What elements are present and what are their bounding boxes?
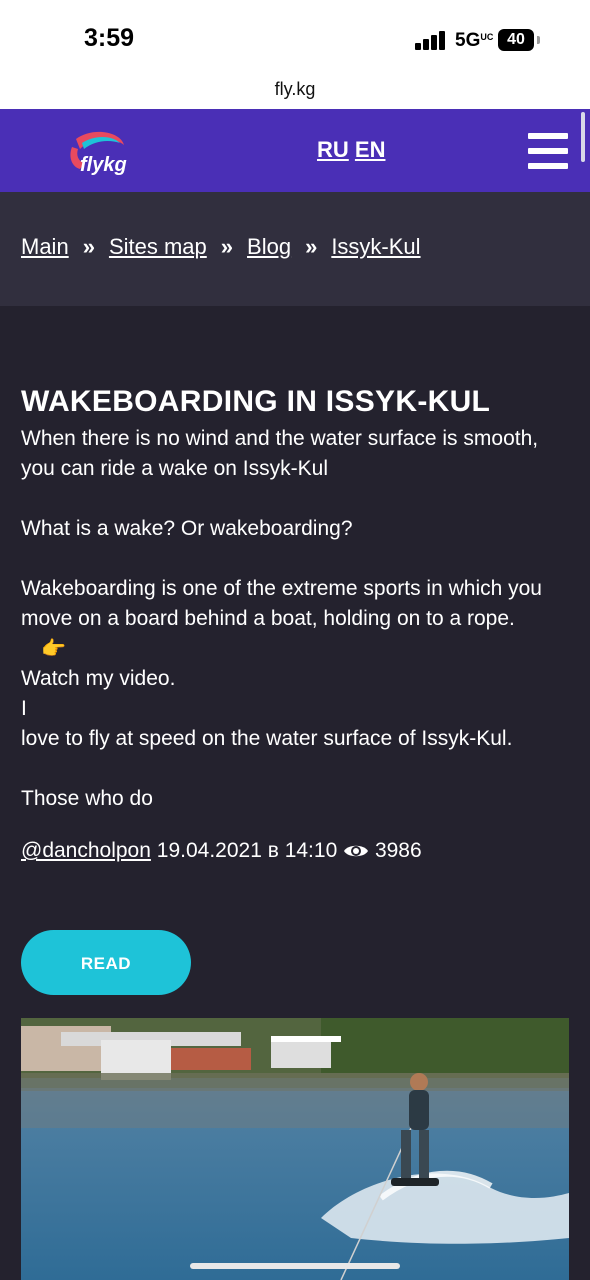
breadcrumb-main[interactable]: Main [21, 234, 69, 259]
breadcrumb-separator-icon: » [220, 234, 234, 259]
status-bar: 3:59 5GUC 40 [0, 0, 590, 75]
battery-level: 40 [507, 31, 525, 48]
article-paragraph: I [21, 697, 27, 720]
battery-icon: 40 [498, 29, 534, 51]
breadcrumb-bar: Main » Sites map » Blog » Issyk-Kul [0, 192, 590, 306]
breadcrumb-separator-icon: » [82, 234, 95, 259]
scroll-indicator [581, 112, 585, 162]
hamburger-menu-icon[interactable] [528, 133, 568, 169]
svg-text:flykg: flykg [80, 154, 127, 175]
article-paragraph: When there is no wind and the water surf… [21, 427, 539, 480]
site-header: flykg RU EN [0, 109, 590, 192]
flykg-logo[interactable]: flykg [62, 129, 144, 175]
author-link[interactable]: @dancholpon [21, 839, 151, 862]
article-paragraph: Those who do [21, 787, 153, 810]
language-switcher: RU EN [317, 137, 385, 163]
read-button[interactable]: READ [21, 930, 191, 995]
article-paragraph: What is a wake? Or wakeboarding? [21, 517, 353, 540]
article-paragraph: love to fly at speed on the water surfac… [21, 727, 513, 750]
lang-en-link[interactable]: EN [355, 137, 386, 162]
article-image[interactable] [21, 1018, 569, 1280]
status-time: 3:59 [84, 24, 135, 52]
network-type: 5GUC [455, 30, 494, 51]
cellular-signal-icon [415, 30, 447, 50]
article-meta: @dancholpon 19.04.2021 в 14:10 3986 [21, 836, 571, 866]
battery-tip [537, 36, 540, 44]
view-count: 3986 [374, 839, 422, 862]
url-text[interactable]: fly.kg [275, 79, 316, 99]
home-indicator [190, 1263, 400, 1269]
pointing-hand-icon: 👉 [41, 638, 66, 660]
article-preview: WAKEBOARDING IN ISSYK-KUL When there is … [21, 380, 571, 866]
breadcrumb-separator-icon: » [305, 234, 318, 259]
breadcrumb-issyk-kul[interactable]: Issyk-Kul [331, 234, 420, 259]
breadcrumb-blog[interactable]: Blog [247, 234, 291, 259]
article-paragraph: Watch my video. [21, 667, 176, 690]
browser-url-bar[interactable]: fly.kg [0, 75, 590, 109]
article-title: WAKEBOARDING IN ISSYK-KUL [21, 385, 491, 418]
eye-icon [344, 845, 369, 857]
article-paragraph: Wakeboarding is one of the extreme sport… [21, 577, 542, 630]
article-date: 19.04.2021 в 14:10 [156, 839, 338, 862]
breadcrumb: Main » Sites map » Blog » Issyk-Kul [21, 234, 421, 260]
lang-ru-link[interactable]: RU [317, 137, 349, 162]
breadcrumb-sites-map[interactable]: Sites map [109, 234, 207, 259]
